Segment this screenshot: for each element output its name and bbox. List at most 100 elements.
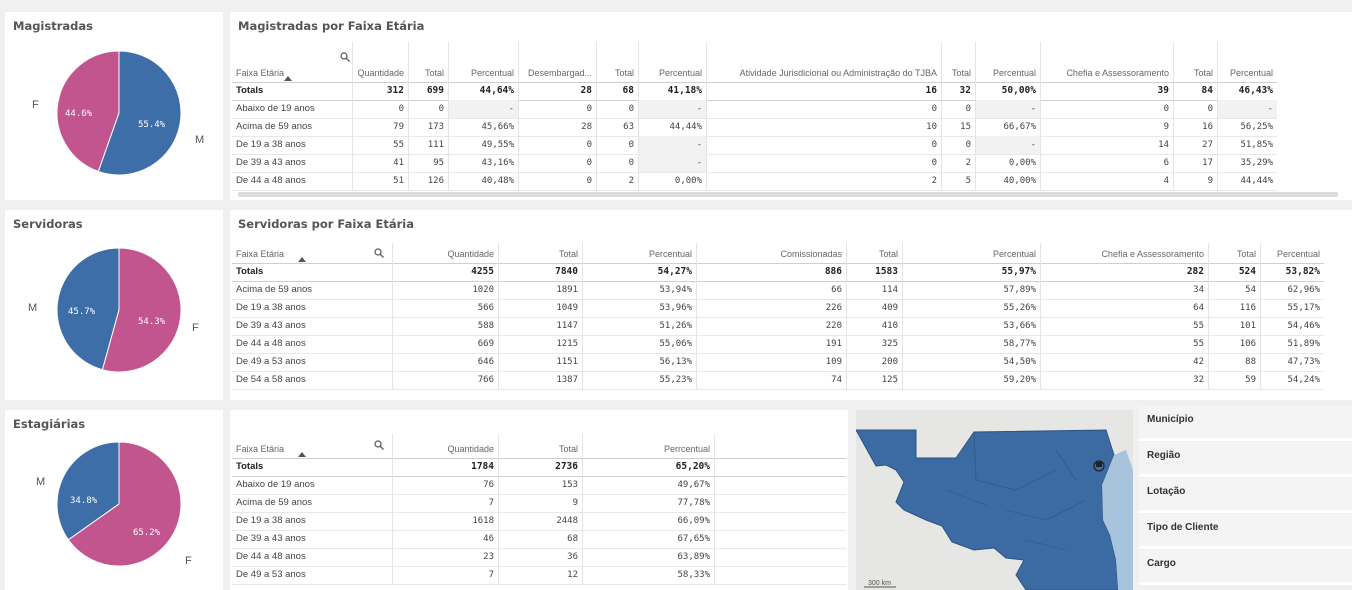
table-row[interactable]: Abaixo de 19 anos 0 0-0 0-0 0-0 0- bbox=[232, 100, 1277, 119]
table-row[interactable]: De 19 a 38 anos 1618 2448 66,09% bbox=[232, 512, 846, 531]
column-header[interactable]: Percentual bbox=[1260, 243, 1324, 263]
table-row[interactable]: De 49 a 53 anos 7 12 58,33% bbox=[232, 566, 846, 585]
table-cell: 45,66% bbox=[481, 122, 514, 132]
column-divider[interactable] bbox=[582, 243, 583, 389]
sort-ascending-icon[interactable] bbox=[298, 257, 306, 262]
totals-row[interactable]: Totals 312 699 44,64% 28 68 41,18% 16 32 50,00% 39… bbox=[232, 82, 1277, 101]
map-panel[interactable]: 300 km bbox=[856, 410, 1133, 590]
sort-ascending-icon[interactable] bbox=[284, 76, 292, 81]
column-divider[interactable] bbox=[638, 42, 639, 190]
column-divider[interactable] bbox=[846, 243, 847, 389]
column-header[interactable]: Desembargad... bbox=[518, 42, 596, 82]
column-divider[interactable] bbox=[596, 42, 597, 190]
column-divider[interactable] bbox=[392, 434, 393, 584]
column-divider[interactable] bbox=[518, 42, 519, 190]
filter-cargo[interactable]: Cargo bbox=[1139, 550, 1352, 585]
column-header[interactable]: Chefia e Assessoramento bbox=[1040, 243, 1208, 263]
column-divider[interactable] bbox=[1040, 243, 1041, 389]
totals-row[interactable]: Totals 4255 7840 54,27% 886 1583 55,97% 282 524 5… bbox=[232, 263, 1324, 282]
column-header[interactable]: Percentual bbox=[975, 42, 1040, 82]
column-divider[interactable] bbox=[408, 42, 409, 190]
table-row[interactable]: Abaixo de 19 anos 76 153 49,67% bbox=[232, 476, 846, 495]
table-row[interactable]: De 44 a 48 anos 669 1215 55,06% 191 325 58,77%… bbox=[232, 335, 1324, 354]
magistradas-title: Magistradas bbox=[13, 19, 93, 33]
search-icon[interactable] bbox=[340, 52, 350, 62]
filter-lotacao[interactable]: Lotação bbox=[1139, 478, 1352, 513]
column-header[interactable]: Total bbox=[941, 42, 975, 82]
magistradas-table-scrollbar[interactable] bbox=[238, 192, 1338, 197]
column-divider[interactable] bbox=[975, 42, 976, 190]
column-header[interactable]: Quantidade bbox=[392, 434, 498, 458]
table-row[interactable]: De 54 a 58 anos 766 1387 55,23% 74 125 59,20% 3… bbox=[232, 371, 1324, 390]
column-header[interactable]: Percentual bbox=[1217, 42, 1277, 82]
column-header[interactable]: Chefia e Assessoramento bbox=[1040, 42, 1173, 82]
map-scale-label: 300 km bbox=[868, 580, 891, 587]
totals-row[interactable]: Totals 1784 2736 65,20% bbox=[232, 458, 846, 477]
table-row[interactable]: De 39 a 43 anos 588 1147 51,26% 220 410 53,66%… bbox=[232, 317, 1324, 336]
sort-ascending-icon[interactable] bbox=[298, 452, 306, 457]
table-cell: 32 bbox=[959, 85, 971, 96]
table-row[interactable]: De 19 a 38 anos 55 111 49,55% 0 0-0 0-14 27 51,8… bbox=[232, 136, 1277, 155]
column-header[interactable]: Total bbox=[498, 243, 582, 263]
table-cell: 47,73% bbox=[1287, 357, 1320, 367]
column-header[interactable]: Percentual bbox=[582, 243, 696, 263]
column-header[interactable]: Percentual bbox=[902, 243, 1040, 263]
column-divider[interactable] bbox=[392, 243, 393, 389]
table-cell: 14 bbox=[1158, 140, 1169, 150]
filter-tipo-de-cliente[interactable]: Tipo de Cliente bbox=[1139, 514, 1352, 549]
table-row[interactable]: Acima de 59 anos 1020 1891 53,94% 66 114 57,89… bbox=[232, 281, 1324, 300]
table-cell: Abaixo de 19 anos bbox=[236, 103, 315, 114]
table-row[interactable]: Acima de 59 anos 79 173 45,66% 28 63 44,44% 10 1… bbox=[232, 118, 1277, 137]
table-cell: 58,77% bbox=[1003, 339, 1036, 349]
column-divider[interactable] bbox=[352, 42, 353, 190]
bahia-map[interactable] bbox=[856, 410, 1133, 590]
filter-municipio[interactable]: Município bbox=[1139, 406, 1352, 441]
column-divider[interactable] bbox=[498, 434, 499, 584]
table-row[interactable]: De 49 a 53 anos 646 1151 56,13% 109 200 54,50%… bbox=[232, 353, 1324, 372]
column-divider[interactable] bbox=[1260, 243, 1261, 389]
table-row[interactable]: De 44 a 48 anos 51 126 40,48% 0 2 0,00% 2 5 40,00… bbox=[232, 172, 1277, 191]
column-header[interactable]: Perrcentual bbox=[582, 434, 714, 458]
search-icon[interactable] bbox=[374, 440, 384, 450]
column-divider[interactable] bbox=[582, 434, 583, 584]
table-cell: 0,00% bbox=[674, 176, 702, 186]
column-divider[interactable] bbox=[706, 42, 707, 190]
column-header[interactable]: Total bbox=[498, 434, 582, 458]
table-row[interactable]: Acima de 59 anos 7 9 77,78% bbox=[232, 494, 846, 513]
column-divider[interactable] bbox=[902, 243, 903, 389]
magistradas-table-title: Magistradas por Faixa Etária bbox=[238, 19, 425, 33]
column-divider[interactable] bbox=[714, 434, 715, 584]
column-divider[interactable] bbox=[1173, 42, 1174, 190]
search-icon[interactable] bbox=[374, 248, 384, 258]
column-header[interactable]: Faixa Etária bbox=[232, 434, 392, 458]
column-divider[interactable] bbox=[448, 42, 449, 190]
table-row[interactable]: De 39 a 43 anos 41 95 43,16% 0 0-0 2 0,00% 6 17 35… bbox=[232, 154, 1277, 173]
column-divider[interactable] bbox=[1217, 42, 1218, 190]
column-header[interactable]: Faixa Etária bbox=[232, 243, 392, 263]
table-cell: 7840 bbox=[555, 266, 578, 277]
column-header[interactable]: Total bbox=[408, 42, 448, 82]
table-cell: 51 bbox=[393, 176, 404, 186]
column-header[interactable]: Atividade Jurisdicional ou Administração… bbox=[706, 42, 941, 82]
table-row[interactable]: De 44 a 48 anos 23 36 63,89% bbox=[232, 548, 846, 567]
filter-regiao[interactable]: Região bbox=[1139, 442, 1352, 477]
column-header[interactable]: Quantidade bbox=[392, 243, 498, 263]
column-divider[interactable] bbox=[696, 243, 697, 389]
column-header[interactable]: Percentual bbox=[638, 42, 706, 82]
column-header[interactable]: Total bbox=[1208, 243, 1260, 263]
column-header[interactable]: Quantidade bbox=[352, 42, 408, 82]
column-header[interactable]: Total bbox=[596, 42, 638, 82]
table-row[interactable]: De 39 a 43 anos 46 68 67,65% bbox=[232, 530, 846, 549]
table-row[interactable]: De 19 a 38 anos 566 1049 53,96% 226 409 55,26%… bbox=[232, 299, 1324, 318]
column-header[interactable]: Total bbox=[846, 243, 902, 263]
table-cell: 325 bbox=[881, 339, 898, 349]
column-divider[interactable] bbox=[1208, 243, 1209, 389]
column-divider[interactable] bbox=[941, 42, 942, 190]
column-divider[interactable] bbox=[498, 243, 499, 389]
column-header[interactable]: Total bbox=[1173, 42, 1217, 82]
table-cell: 1215 bbox=[556, 339, 578, 349]
column-header[interactable]: Percentual bbox=[448, 42, 518, 82]
column-header[interactable]: Comissionadas bbox=[696, 243, 846, 263]
column-divider[interactable] bbox=[1040, 42, 1041, 190]
column-header[interactable]: Faixa Etária bbox=[232, 42, 352, 82]
